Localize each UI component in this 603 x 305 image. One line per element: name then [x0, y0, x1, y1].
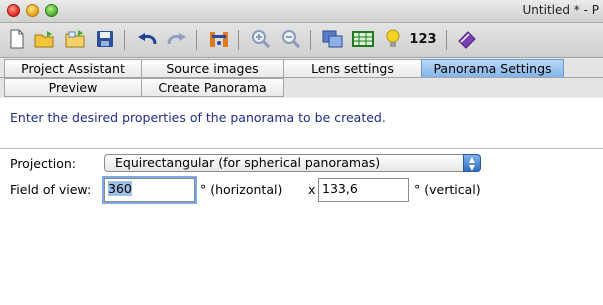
zoom-in-icon [252, 30, 271, 49]
zoom-out-button[interactable] [278, 26, 304, 52]
redo-icon [167, 33, 186, 45]
numbers-icon: 123 [409, 31, 437, 47]
window-title: Untitled * - P [522, 3, 599, 17]
tab-create-panorama[interactable]: Create Panorama [141, 78, 284, 97]
fov-label: Field of view: [10, 182, 92, 197]
fov-vertical-value: 133,6 [322, 181, 358, 196]
fov-vertical-unit: ° (vertical) [414, 182, 481, 197]
preview-panorama-button[interactable] [320, 26, 346, 52]
toolbar-separator [124, 30, 125, 50]
table-grid-icon [352, 31, 374, 47]
projection-value: Equirectangular (for spherical panoramas… [115, 155, 381, 170]
fov-horizontal-unit: ° (horizontal) [200, 182, 283, 197]
zoom-in-button[interactable] [248, 26, 274, 52]
toolbar-separator [238, 30, 239, 50]
save-button[interactable] [92, 26, 118, 52]
new-document-button[interactable] [4, 26, 30, 52]
save-disk-icon [97, 31, 113, 47]
numbers-button[interactable]: 123 [406, 26, 440, 52]
lightbulb-icon [386, 29, 400, 47]
tab-row-secondary: Preview Create Panorama [0, 78, 603, 97]
select-arrows-icon: ▲ ▼ [463, 154, 481, 172]
redo-button[interactable] [164, 26, 190, 52]
tab-project-assistant[interactable]: Project Assistant [4, 59, 142, 77]
divider [0, 148, 603, 149]
tab-lens-settings[interactable]: Lens settings [283, 59, 422, 77]
intro-text: Enter the desired properties of the pano… [10, 110, 386, 125]
zoom-out-icon [282, 30, 301, 49]
control-points-icon [210, 32, 228, 47]
help-book-icon [458, 31, 476, 49]
new-document-icon [10, 29, 24, 49]
zoom-window-button[interactable] [45, 4, 58, 17]
tab-source-images[interactable]: Source images [141, 59, 284, 77]
panorama-settings-panel: Enter the desired properties of the pano… [0, 98, 603, 305]
tab-panorama-settings[interactable]: Panorama Settings [421, 59, 564, 77]
table-button[interactable] [350, 26, 376, 52]
projection-select[interactable]: Equirectangular (for spherical panoramas… [104, 154, 481, 172]
close-window-button[interactable] [7, 4, 20, 17]
fov-times-sign: x [308, 182, 316, 197]
open-project-button[interactable] [62, 26, 88, 52]
tab-row-main: Project Assistant Source images Lens set… [0, 59, 603, 78]
undo-button[interactable] [134, 26, 160, 52]
help-button[interactable] [454, 26, 480, 52]
toolbar-separator [446, 30, 447, 50]
open-project-icon [65, 30, 85, 48]
minimize-window-button[interactable] [26, 4, 39, 17]
open-button[interactable] [32, 26, 58, 52]
tab-preview[interactable]: Preview [4, 78, 142, 97]
control-points-button[interactable] [206, 26, 232, 52]
toolbar-separator [196, 30, 197, 50]
undo-icon [138, 33, 157, 45]
open-folder-icon [34, 31, 54, 48]
projection-label: Projection: [10, 156, 77, 171]
preview-panorama-icon [322, 30, 343, 48]
fov-horizontal-input[interactable]: 360 [102, 176, 197, 204]
fov-vertical-input[interactable]: 133,6 [318, 178, 409, 202]
toolbar-separator [310, 30, 311, 50]
title-bar: Untitled * - P [0, 0, 603, 23]
lightbulb-button[interactable] [380, 26, 406, 52]
toolbar: 123 [0, 23, 603, 58]
fov-horizontal-value: 360 [108, 181, 132, 196]
